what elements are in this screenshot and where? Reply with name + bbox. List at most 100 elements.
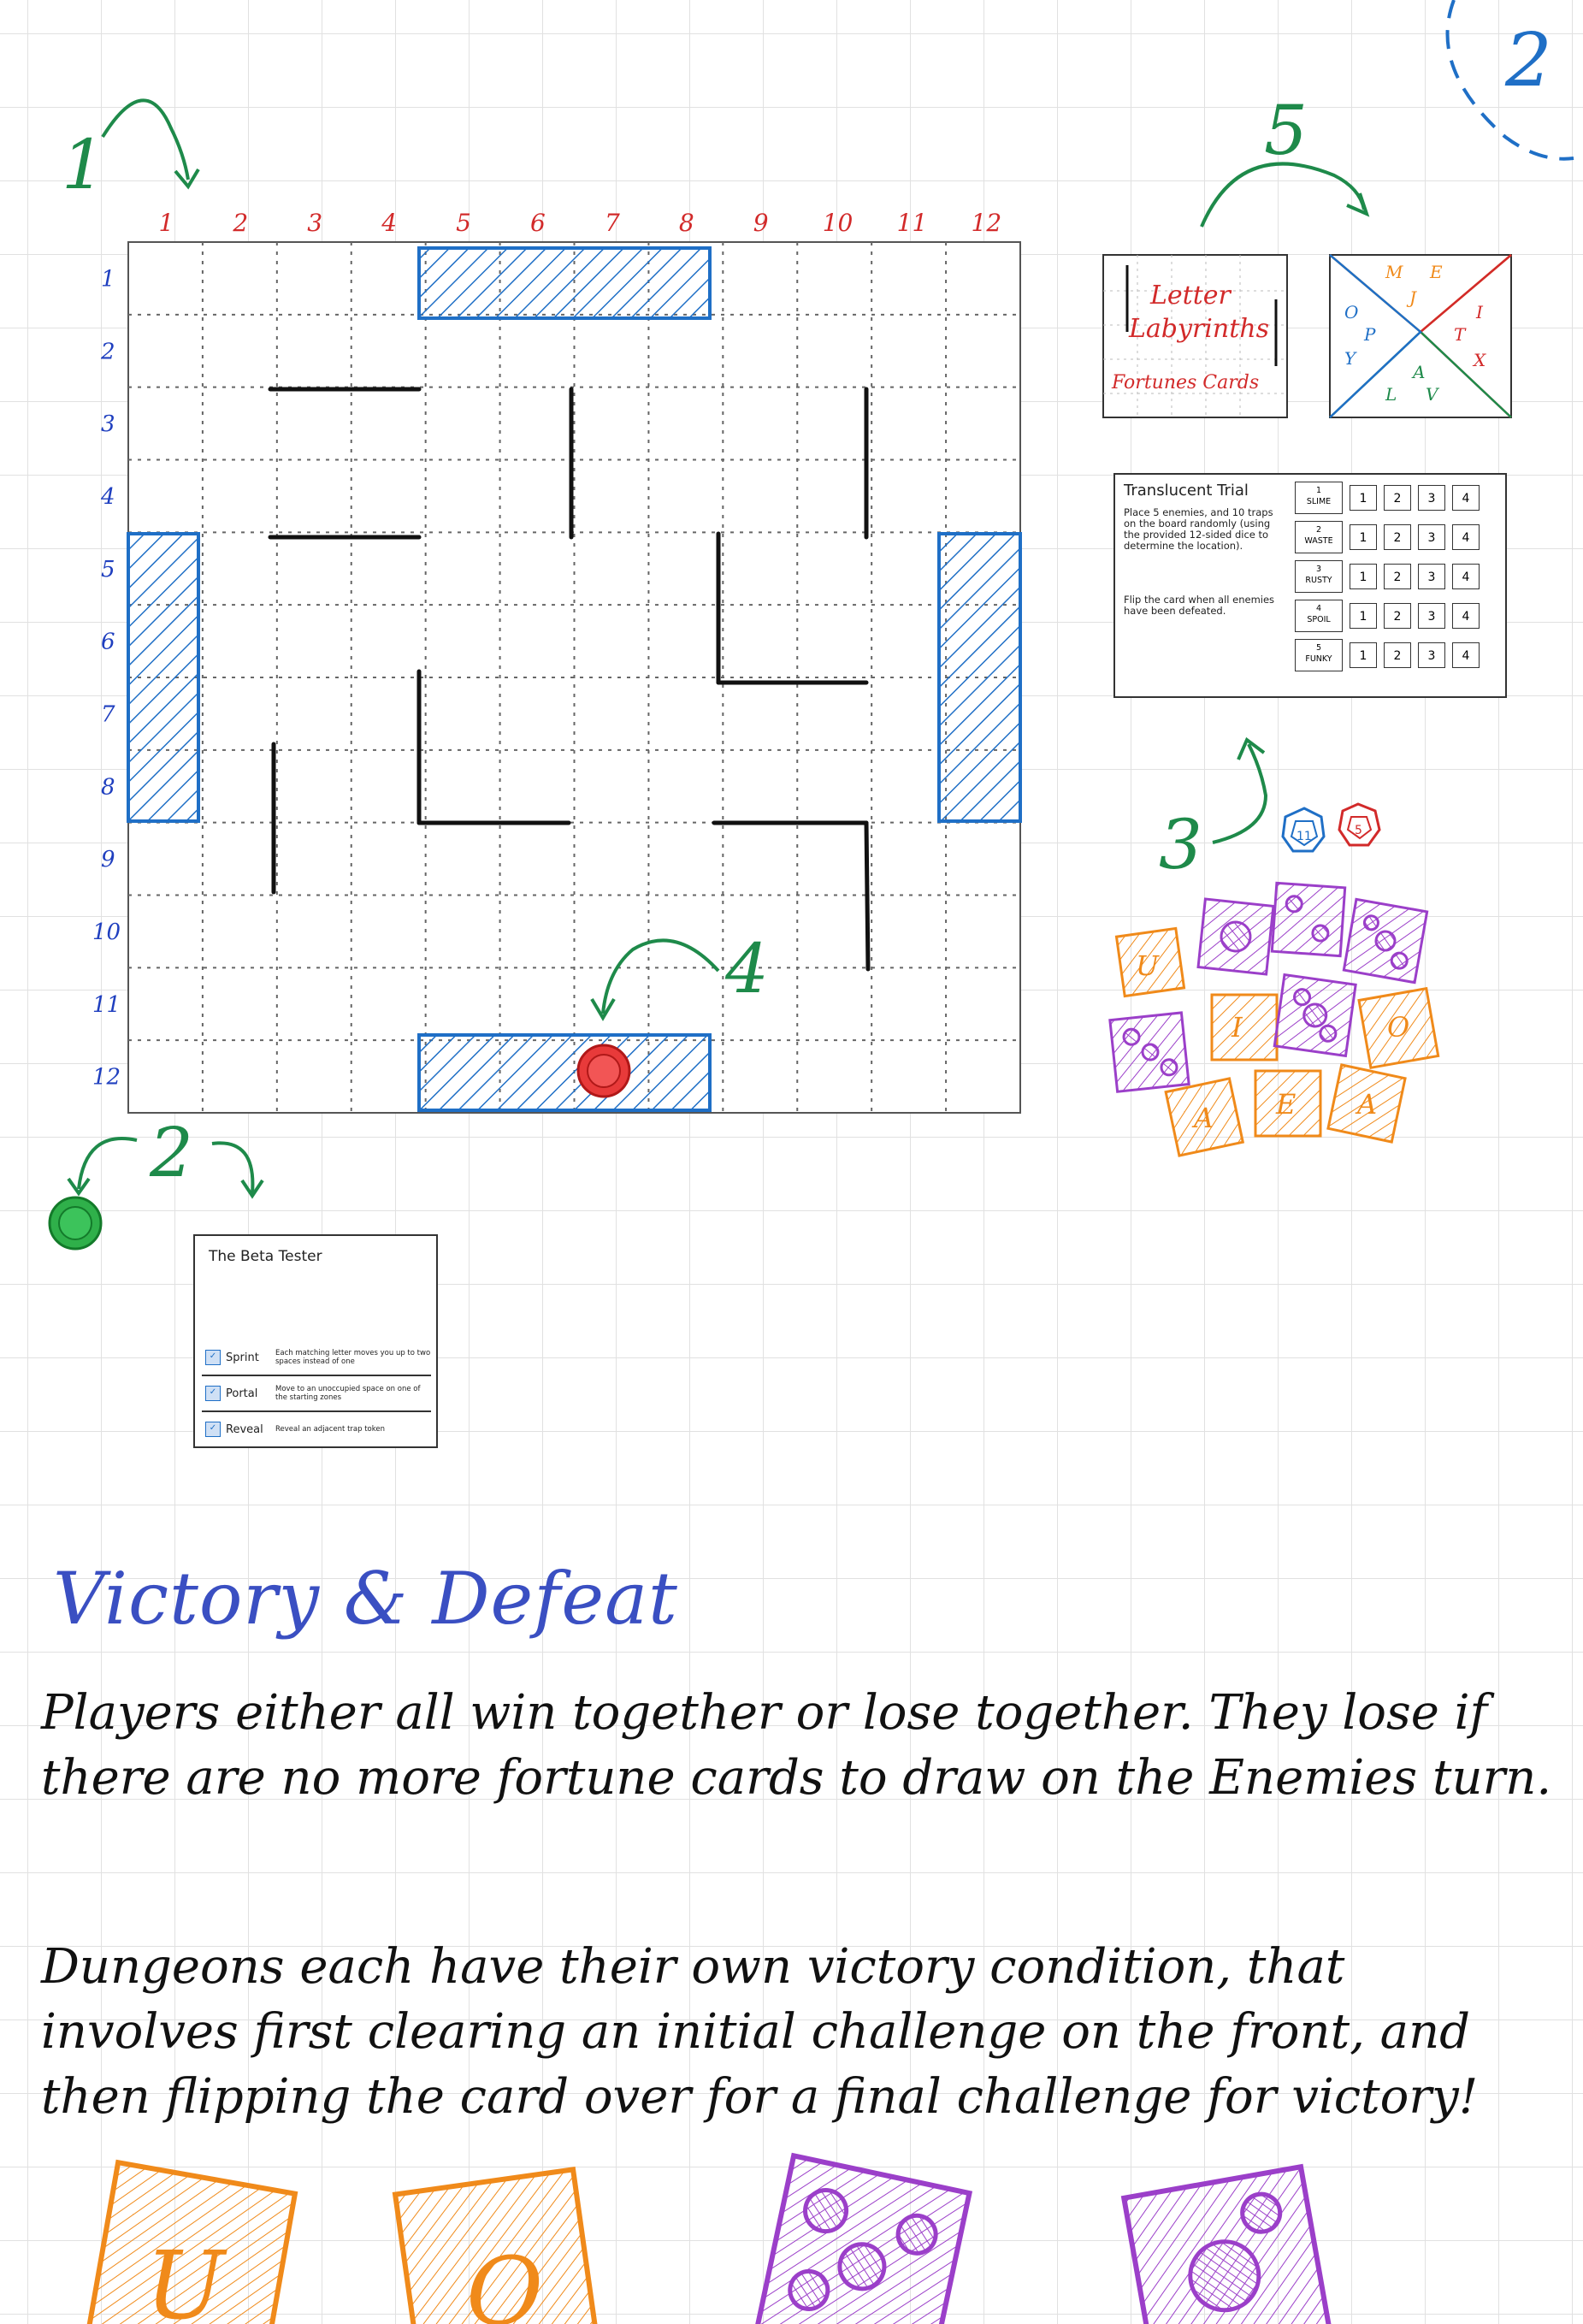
callout-2-number: 2 xyxy=(149,1113,193,1192)
callout-4-number: 4 xyxy=(724,929,769,1008)
dungeon-card-body1: Place 5 enemies, and 10 traps on the boa… xyxy=(1124,506,1273,552)
enemy-name: WASTE xyxy=(1304,536,1333,546)
callout-5: 5 xyxy=(1200,91,1370,228)
enemy-health-box: 2 xyxy=(1384,642,1411,668)
board-col-label: 12 xyxy=(972,209,1002,237)
enemy-health-box: 3 xyxy=(1418,564,1445,589)
dungeon-card-title: Translucent Trial xyxy=(1124,482,1249,500)
board-col-label: 3 xyxy=(307,209,322,237)
board-col-label: 11 xyxy=(897,209,928,237)
enemy-health-box: 3 xyxy=(1418,524,1445,550)
ability-description: Reveal an adjacent trap token xyxy=(275,1425,385,1434)
callout-3-number: 3 xyxy=(1159,805,1202,884)
enemy-name: RUSTY xyxy=(1305,576,1332,585)
letter-O: O xyxy=(1344,302,1358,322)
enemy-health-box: 1 xyxy=(1350,485,1377,511)
d12-blue: 11 xyxy=(1281,807,1326,853)
board-col-label: 4 xyxy=(381,209,397,237)
enemy-health-box: 2 xyxy=(1384,524,1411,550)
fortune-card-line3: Fortunes Cards xyxy=(1111,372,1259,393)
board-col-label: 5 xyxy=(456,209,471,237)
callout-3: 3 xyxy=(1159,736,1268,884)
enemy-health-box: 1 xyxy=(1350,603,1377,629)
ability-name: Portal xyxy=(226,1387,258,1400)
board-col-label: 7 xyxy=(605,209,620,237)
enemy-health-box: 2 xyxy=(1384,603,1411,629)
token-pile: U I O A E A xyxy=(1108,881,1440,1157)
enemy-row: 3 RUSTY 1 2 3 4 xyxy=(1295,560,1500,593)
board-col-label: 8 xyxy=(679,209,694,237)
enemy-health-box: 1 xyxy=(1350,524,1377,550)
board-row-label: 2 xyxy=(100,339,115,364)
dungeon-card: Translucent Trial Place 5 enemies, and 1… xyxy=(1113,473,1507,698)
enemy-health-box: 4 xyxy=(1452,524,1480,550)
bottom-token-U: U xyxy=(145,2231,227,2324)
enemy-health-box: 3 xyxy=(1418,603,1445,629)
hero-card-title: The Beta Tester xyxy=(209,1248,322,1265)
fortune-card: Letter Labyrinths Fortunes Cards xyxy=(1102,254,1288,418)
enemy-health-box: 3 xyxy=(1418,642,1445,668)
enemy-name-box: 4 SPOIL xyxy=(1295,600,1343,632)
letter-A: A xyxy=(1411,362,1425,382)
ability-description: Move to an unoccupied space on one of th… xyxy=(275,1385,421,1402)
start-zone-top xyxy=(417,246,712,320)
callout-5-number: 5 xyxy=(1264,91,1308,170)
enemy-health-box: 2 xyxy=(1384,564,1411,589)
callout-1: 1 xyxy=(62,98,200,204)
enemy-number: 1 xyxy=(1315,486,1322,495)
letter-M: M xyxy=(1385,262,1403,282)
board-row-label: 7 xyxy=(101,701,115,727)
enemy-health-box: 4 xyxy=(1452,603,1480,629)
letter-I: I xyxy=(1475,302,1484,322)
fortune-card-line1: Letter xyxy=(1149,281,1232,310)
board-col-label: 9 xyxy=(753,209,769,237)
hero-card: The Beta Tester ✓ Sprint Each matching let… xyxy=(193,1234,438,1448)
ability-name: Reveal xyxy=(226,1422,263,1436)
enemy-health-box: 4 xyxy=(1452,485,1480,511)
board-col-label: 10 xyxy=(823,209,854,237)
enemy-number: 5 xyxy=(1315,643,1322,653)
board-row-label: 4 xyxy=(100,484,115,510)
dungeon-card-body2: Flip the card when all enemies have been… xyxy=(1124,594,1275,617)
ability-checkbox-icon: ✓ xyxy=(205,1386,221,1401)
letter-Y: Y xyxy=(1344,348,1357,369)
token-letter-E: E xyxy=(1275,1088,1296,1121)
board-row-label: 6 xyxy=(101,630,115,655)
start-zone-left xyxy=(127,532,200,823)
enemy-row: 5 FUNKY 1 2 3 4 xyxy=(1295,639,1500,671)
board-row-label: 10 xyxy=(92,920,121,945)
letter-V: V xyxy=(1426,384,1440,405)
bottom-token-O: O xyxy=(466,2237,543,2324)
page-number-badge: 2 xyxy=(1445,0,1574,161)
token-letter-I: I xyxy=(1231,1011,1243,1044)
blue-die-face: 11 xyxy=(1297,830,1312,843)
d12-red: 5 xyxy=(1338,802,1381,847)
board-col-label: 2 xyxy=(232,209,248,237)
ability-row: ✓ Sprint Each matching letter moves you up… xyxy=(202,1340,431,1376)
section-paragraph-2: Dungeons each have their own victory con… xyxy=(41,1939,1479,2125)
ability-row: ✓ Reveal Reveal an adjacent trap token xyxy=(202,1412,431,1446)
letter-T: T xyxy=(1454,324,1467,345)
board-row-label: 1 xyxy=(101,266,115,292)
enemy-name-box: 3 RUSTY xyxy=(1295,560,1343,593)
board-col-label: 6 xyxy=(530,209,546,237)
ability-row: ✓ Portal Move to an unoccupied space on on… xyxy=(202,1376,431,1412)
enemy-health-box: 4 xyxy=(1452,642,1480,668)
ability-checkbox-icon: ✓ xyxy=(205,1422,221,1437)
board-row-label: 5 xyxy=(101,557,115,582)
letter-E: E xyxy=(1429,262,1443,282)
letter-X: X xyxy=(1472,350,1486,370)
enemy-name-box: 2 WASTE xyxy=(1295,521,1343,553)
board-row-label: 8 xyxy=(101,774,115,800)
enemy-health-box: 1 xyxy=(1350,642,1377,668)
enemy-table: 1 SLIME 1 2 3 4 2 WASTE 1 2 3 4 3 RUSTY 1 2 3 4 4 SPOIL 1 2 3 4… xyxy=(1295,482,1500,678)
section-paragraph-1: Players either all win together or lose … xyxy=(41,1685,1552,1806)
letter-P: P xyxy=(1363,324,1376,345)
fortune-card-line2: Labyrinths xyxy=(1128,314,1269,344)
enemy-row: 4 SPOIL 1 2 3 4 xyxy=(1295,600,1500,632)
ability-checkbox-icon: ✓ xyxy=(205,1350,221,1365)
enemy-name: FUNKY xyxy=(1305,654,1332,664)
enemy-row: 1 SLIME 1 2 3 4 xyxy=(1295,482,1500,514)
token-letter-U: U xyxy=(1136,949,1160,982)
enemy-row: 2 WASTE 1 2 3 4 xyxy=(1295,521,1500,553)
